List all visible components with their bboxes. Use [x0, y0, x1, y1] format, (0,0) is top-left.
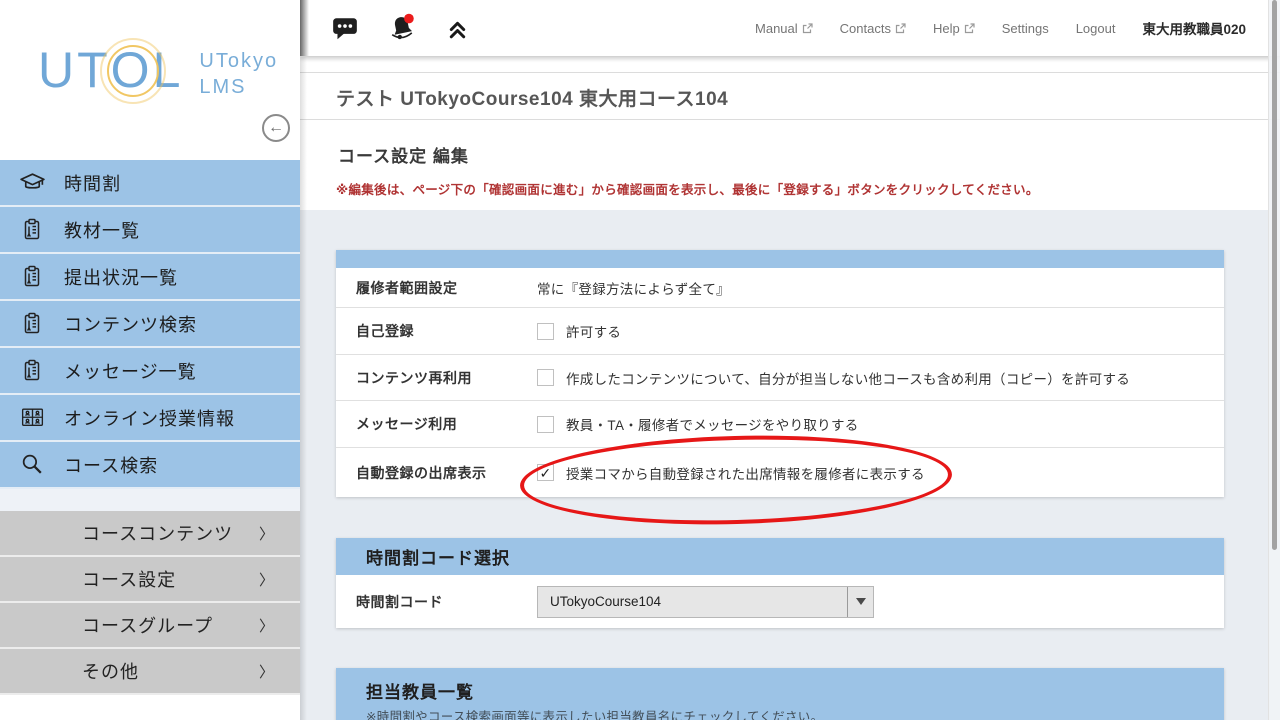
sidebar-item-course-settings[interactable]: コース設定 〉	[0, 557, 300, 603]
logo-sun-rings: O	[111, 40, 153, 100]
sidebar-item-others[interactable]: その他 〉	[0, 649, 300, 695]
course-title: テスト UTokyoCourse104 東大用コース104	[336, 84, 728, 111]
logout-link[interactable]: Logout	[1076, 21, 1116, 36]
clipboard-icon	[0, 264, 64, 290]
divider	[300, 72, 1280, 73]
utol-logo-text: UTOL	[38, 40, 183, 100]
table-row-enrollee-range: 履修者範囲設定 常に『登録方法によらず全て』	[336, 268, 1224, 308]
manual-link[interactable]: Manual	[755, 21, 813, 36]
collapse-icon[interactable]	[444, 15, 471, 42]
chevron-right-icon: 〉	[259, 615, 274, 636]
sidebar-divider	[0, 489, 300, 511]
sidebar-item-content-search[interactable]: コンテンツ検索	[0, 301, 300, 348]
sidebar-item-course-contents[interactable]: コースコンテンツ 〉	[0, 511, 300, 557]
utol-lms-screen: UTOL UTokyoLMS ← 時間割	[0, 0, 1280, 720]
user-name: 東大用教職員020	[1142, 18, 1246, 38]
timetable-code-section: 時間割コード選択 時間割コード UTokyoCourse104	[336, 538, 1224, 628]
sidebar-item-online-class-info[interactable]: オンライン授業情報	[0, 395, 300, 442]
staff-list-section: 担当教員一覧 ※時間割やコース検索画面等に表示したい担当教員名にチェックしてくだ…	[336, 668, 1224, 720]
table-row-auto-attendance-display: 自動登録の出席表示 授業コマから自動登録された出席情報を履修者に表示する	[336, 448, 1224, 497]
sidebar-collapse-button[interactable]: ←	[262, 114, 290, 142]
top-header: Manual Contacts Help Settings Logout 東大用…	[300, 0, 1280, 57]
scrollbar-track[interactable]	[1268, 0, 1280, 720]
section-title: 時間割コード選択	[366, 544, 510, 569]
sidebar-item-course-group[interactable]: コースグループ 〉	[0, 603, 300, 649]
sidebar-course-menu: コースコンテンツ 〉 コース設定 〉 コースグループ 〉 その他 〉	[0, 511, 300, 695]
sidebar: UTOL UTokyoLMS ← 時間割	[0, 0, 300, 720]
sidebar-item-label: 時間割	[64, 170, 121, 196]
page-title: コース設定 編集	[338, 142, 469, 167]
section-header-bar: 時間割コード選択	[336, 538, 1224, 575]
sidebar-item-label: オンライン授業情報	[64, 405, 235, 431]
sidebar-item-label: メッセージ一覧	[64, 358, 197, 384]
chevron-right-icon: 〉	[259, 569, 274, 590]
search-icon	[0, 451, 64, 478]
message-icon[interactable]	[330, 14, 360, 42]
notification-bell-icon[interactable]	[386, 13, 418, 43]
scrollbar-thumb[interactable]	[1272, 0, 1277, 550]
timetable-code-label: 時間割コード	[336, 592, 537, 612]
divider	[300, 119, 1280, 120]
external-link-icon	[964, 23, 975, 34]
table-row-content-reuse: コンテンツ再利用 作成したコンテンツについて、自分が担当しない他コースも含め利用…	[336, 355, 1224, 401]
checkbox[interactable]	[537, 323, 554, 340]
table-row-self-registration: 自己登録 許可する	[336, 308, 1224, 355]
section-header-bar: 担当教員一覧 ※時間割やコース検索画面等に表示したい担当教員名にチェックしてくだ…	[336, 668, 1224, 720]
table-row-message-use: メッセージ利用 教員・TA・履修者でメッセージをやり取りする	[336, 401, 1224, 448]
chevron-right-icon: 〉	[259, 661, 274, 682]
external-link-icon	[895, 23, 906, 34]
table-header-bar	[336, 250, 1224, 268]
contacts-link[interactable]: Contacts	[840, 21, 906, 36]
sidebar-item-label: コンテンツ検索	[64, 311, 197, 337]
clipboard-icon	[0, 217, 64, 243]
sidebar-item-label: コース検索	[64, 452, 158, 478]
sidebar-item-submission-status[interactable]: 提出状況一覧	[0, 254, 300, 301]
sidebar-item-timetable[interactable]: 時間割	[0, 160, 300, 207]
clipboard-icon	[0, 358, 64, 384]
utol-logo-subtitle: UTokyoLMS	[199, 48, 278, 100]
chevron-right-icon: 〉	[259, 523, 274, 544]
edit-notice: ※編集後は、ページ下の「確認画面に進む」から確認画面を表示し、最後に「登録する」…	[336, 179, 1039, 198]
timetable-code-select[interactable]: UTokyoCourse104	[537, 586, 874, 618]
section-note: ※時間割やコース検索画面等に表示したい担当教員名にチェックしてください。	[366, 706, 1224, 720]
checkbox[interactable]	[537, 464, 554, 481]
graduation-cap-icon	[0, 169, 64, 196]
sidebar-item-label: 教材一覧	[64, 217, 140, 243]
logo-area: UTOL UTokyoLMS ←	[0, 0, 300, 160]
clipboard-icon	[0, 311, 64, 337]
checkbox[interactable]	[537, 416, 554, 433]
sidebar-item-course-search[interactable]: コース検索	[0, 442, 300, 489]
sidebar-item-label: 提出状況一覧	[64, 264, 178, 290]
sidebar-item-materials[interactable]: 教材一覧	[0, 207, 300, 254]
main-area: Manual Contacts Help Settings Logout 東大用…	[300, 0, 1280, 720]
course-settings-table: 履修者範囲設定 常に『登録方法によらず全て』 自己登録 許可する コンテンツ再利…	[336, 250, 1224, 497]
external-link-icon	[802, 23, 813, 34]
section-title: 担当教員一覧	[366, 678, 1224, 703]
settings-link[interactable]: Settings	[1002, 21, 1049, 36]
help-link[interactable]: Help	[933, 21, 975, 36]
utol-logo: UTOL UTokyoLMS	[38, 40, 278, 100]
sidebar-item-messages[interactable]: メッセージ一覧	[0, 348, 300, 395]
sidebar-main-menu: 時間割 教材一覧	[0, 160, 300, 489]
title-area: テスト UTokyoCourse104 東大用コース104 コース設定 編集 ※…	[300, 57, 1280, 210]
chevron-down-icon[interactable]	[847, 587, 873, 617]
checkbox[interactable]	[537, 369, 554, 386]
video-grid-icon	[0, 404, 64, 431]
